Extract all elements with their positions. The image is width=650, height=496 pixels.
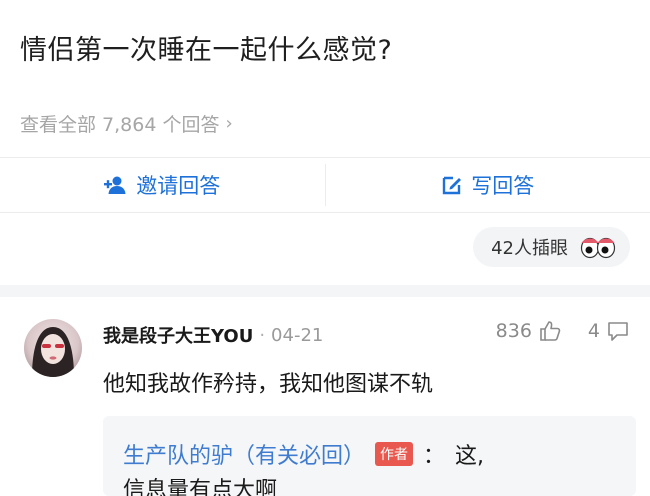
write-answer-label: 写回答: [471, 170, 534, 200]
section-gap: [0, 285, 650, 297]
comment-button[interactable]: 4: [588, 319, 630, 343]
chevron-right-icon: ›: [225, 113, 232, 134]
view-all-label: 查看全部 7,864 个回答: [20, 110, 219, 137]
add-user-icon: [104, 175, 128, 195]
comment-count: 4: [588, 320, 600, 342]
reply-text-line1: 这,: [455, 438, 484, 470]
avatar[interactable]: [24, 319, 82, 377]
answer-date: 04-21: [271, 325, 323, 346]
reply-text-line2: 信息量有点大啊: [123, 472, 277, 496]
view-all-answers-link[interactable]: 查看全部 7,864 个回答 ›: [20, 110, 233, 137]
watchers-label: 42人插眼: [491, 234, 568, 260]
author-name[interactable]: 我是段子大王YOU: [103, 322, 253, 348]
write-answer-button[interactable]: 写回答: [326, 158, 650, 212]
reply-colon: ：: [423, 438, 445, 470]
reply-author-name[interactable]: 生产队的驴（有关必回）: [123, 438, 365, 470]
meta-separator: ·: [259, 325, 265, 346]
invite-answer-button[interactable]: 邀请回答: [0, 158, 325, 212]
thumbs-up-icon: [538, 319, 562, 343]
invite-answer-label: 邀请回答: [136, 170, 220, 200]
answer-author-line: 我是段子大王YOU · 04-21: [103, 322, 323, 348]
question-title: 情侣第一次睡在一起什么感觉?: [20, 28, 392, 67]
reply-box[interactable]: 生产队的驴（有关必回） 作者 ： 这, 信息量有点大啊: [103, 416, 636, 496]
answer-stats: 836 4: [496, 319, 630, 343]
reply-line: 生产队的驴（有关必回） 作者 ： 这,: [123, 438, 484, 470]
like-count: 836: [496, 320, 532, 342]
like-button[interactable]: 836: [496, 319, 562, 343]
watchers-pill[interactable]: 42人插眼: [473, 227, 630, 267]
author-badge: 作者: [375, 442, 413, 466]
divider-actions: [0, 212, 650, 213]
answer-action-bar: 邀请回答 写回答: [0, 158, 650, 212]
eyes-icon: [580, 235, 616, 259]
edit-icon: [441, 174, 463, 196]
comment-icon: [606, 319, 630, 343]
answer-text: 他知我故作矜持，我知他图谋不轨: [103, 366, 433, 398]
